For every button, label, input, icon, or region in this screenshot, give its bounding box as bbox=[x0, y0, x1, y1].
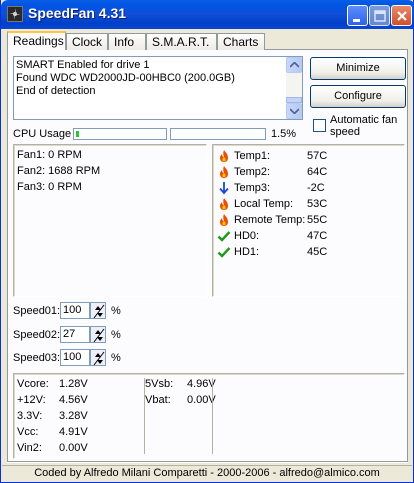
scroll-down-button[interactable] bbox=[286, 103, 302, 119]
temp-row: Temp2: 64C bbox=[217, 165, 402, 181]
tab-readings-label: Readings bbox=[13, 34, 64, 48]
temp-value: 64C bbox=[307, 166, 328, 178]
temp-value: 57C bbox=[307, 150, 328, 162]
temp-value: 55C bbox=[307, 214, 328, 226]
log-line: SMART Enabled for drive 1 bbox=[16, 59, 150, 71]
title-bar[interactable]: SpeedFan 4.31 bbox=[1, 0, 414, 29]
voltage-value: 1.28V bbox=[59, 378, 88, 390]
temp-label: Temp2: bbox=[234, 166, 271, 178]
temp-row: Local Temp: 53C bbox=[217, 197, 402, 213]
temp-value: 45C bbox=[307, 246, 328, 258]
detection-log[interactable]: SMART Enabled for drive 1 Found WDC WD20… bbox=[13, 56, 303, 120]
flame-icon bbox=[220, 198, 228, 210]
cpu-usage-bar-1 bbox=[73, 128, 167, 140]
tab-clock-label: Clock bbox=[72, 35, 103, 49]
tab-clock[interactable]: Clock bbox=[66, 33, 108, 50]
cpu-usage-fill-1 bbox=[76, 131, 79, 137]
spin-arrows-icon bbox=[93, 328, 105, 343]
temp-value: -2C bbox=[307, 182, 325, 194]
flame-icon bbox=[220, 166, 228, 178]
speed03-label: Speed03: bbox=[13, 352, 61, 364]
speed01-unit: % bbox=[111, 305, 121, 317]
log-line: End of detection bbox=[16, 85, 96, 97]
tab-info[interactable]: Info bbox=[108, 33, 146, 50]
configure-button[interactable]: Configure bbox=[310, 85, 406, 108]
arrow-down-icon bbox=[219, 182, 229, 195]
speed03-unit: % bbox=[111, 352, 121, 364]
close-window-button[interactable] bbox=[391, 5, 412, 26]
checkmark-icon bbox=[217, 247, 231, 258]
tab-info-label: Info bbox=[114, 35, 135, 49]
cpu-usage-label: CPU Usage bbox=[13, 128, 72, 140]
speed03-stepper[interactable] bbox=[90, 349, 106, 366]
temp-label: Temp3: bbox=[234, 182, 271, 194]
status-bar: Coded by Alfredo Milani Comparetti - 200… bbox=[2, 465, 412, 481]
voltage-label: +12V: bbox=[17, 394, 46, 406]
spin-arrows-icon bbox=[93, 351, 105, 366]
speed02-stepper[interactable] bbox=[90, 326, 106, 343]
maximize-window-button[interactable] bbox=[369, 5, 390, 26]
fans-panel: Fan1: 0 RPM Fan2: 1688 RPM Fan3: 0 RPM bbox=[13, 144, 207, 297]
temp-row: HD0: 47C bbox=[217, 229, 402, 245]
speed02-input[interactable]: 27 bbox=[60, 326, 90, 343]
status-separator bbox=[7, 462, 408, 463]
fan-reading: Fan1: 0 RPM bbox=[17, 149, 82, 161]
tab-readings[interactable]: Readings bbox=[7, 31, 66, 50]
voltage-label: 5Vsb: bbox=[145, 378, 174, 390]
temp-value: 53C bbox=[307, 198, 328, 210]
voltage-label: Vbat: bbox=[145, 394, 171, 406]
tab-smart[interactable]: S.M.A.R.T. bbox=[146, 33, 217, 50]
temp-label: HD0: bbox=[234, 230, 260, 242]
flame-icon bbox=[220, 214, 228, 226]
cpu-usage-bar-2 bbox=[170, 128, 266, 140]
temp-row: HD1: 45C bbox=[217, 245, 402, 261]
minimize-window-button[interactable] bbox=[347, 5, 368, 26]
speed02-unit: % bbox=[111, 329, 121, 341]
voltage-divider bbox=[212, 378, 213, 454]
fan-reading: Fan2: 1688 RPM bbox=[17, 165, 101, 177]
cpu-usage-percent: 1.5% bbox=[271, 128, 297, 140]
voltage-value: 4.56V bbox=[59, 394, 88, 406]
scroll-up-button[interactable] bbox=[286, 57, 302, 73]
voltage-label: Vcc: bbox=[17, 426, 39, 438]
temp-label: Temp1: bbox=[234, 150, 271, 162]
voltage-label: Vin2: bbox=[17, 442, 42, 454]
temp-label: Remote Temp: bbox=[234, 214, 306, 226]
voltage-value: 0.00V bbox=[59, 442, 88, 454]
spin-arrows-icon bbox=[93, 304, 105, 319]
tab-smart-label: S.M.A.R.T. bbox=[152, 35, 210, 49]
tab-charts[interactable]: Charts bbox=[217, 33, 265, 50]
window-title: SpeedFan 4.31 bbox=[28, 5, 127, 21]
temp-row: Remote Temp: 55C bbox=[217, 213, 402, 229]
checkmark-icon bbox=[217, 231, 231, 242]
voltage-label: 3.3V: bbox=[17, 410, 43, 422]
temp-value: 47C bbox=[307, 230, 328, 242]
voltages-panel: Vcore: 1.28V +12V: 4.56V 3.3V: 3.28V Vcc… bbox=[13, 373, 405, 459]
speed01-stepper[interactable] bbox=[90, 302, 106, 319]
speed01-label: Speed01: bbox=[13, 305, 61, 317]
temp-row: Temp1: 57C bbox=[217, 149, 402, 165]
speed03-input[interactable]: 100 bbox=[60, 349, 90, 366]
temperatures-panel: Temp1: 57C Temp2: 64C Temp3: -2C Local T… bbox=[212, 144, 405, 297]
voltage-label: Vcore: bbox=[17, 378, 49, 390]
minimize-button[interactable]: Minimize bbox=[310, 57, 406, 80]
log-scrollbar[interactable] bbox=[286, 57, 302, 119]
speed01-input[interactable]: 100 bbox=[60, 302, 90, 319]
temp-row: Temp3: -2C bbox=[217, 181, 402, 197]
temp-label: Local Temp: bbox=[234, 198, 294, 210]
voltage-value: 4.91V bbox=[59, 426, 88, 438]
flame-icon bbox=[220, 150, 228, 162]
speedfan-app-icon[interactable] bbox=[7, 6, 23, 22]
voltage-value: 3.28V bbox=[59, 410, 88, 422]
log-line: Found WDC WD2000JD-00HBC0 (200.0GB) bbox=[16, 72, 235, 84]
automatic-fan-speed-checkbox[interactable] bbox=[313, 119, 326, 132]
speedfan-window: SpeedFan 4.31 Readings Clock Info S.M.A.… bbox=[0, 0, 414, 483]
fan-reading: Fan3: 0 RPM bbox=[17, 181, 82, 193]
tab-charts-label: Charts bbox=[223, 35, 259, 49]
temp-label: HD1: bbox=[234, 246, 260, 258]
speed02-label: Speed02: bbox=[13, 329, 61, 341]
automatic-fan-speed-label: Automatic fan speed bbox=[330, 114, 398, 138]
